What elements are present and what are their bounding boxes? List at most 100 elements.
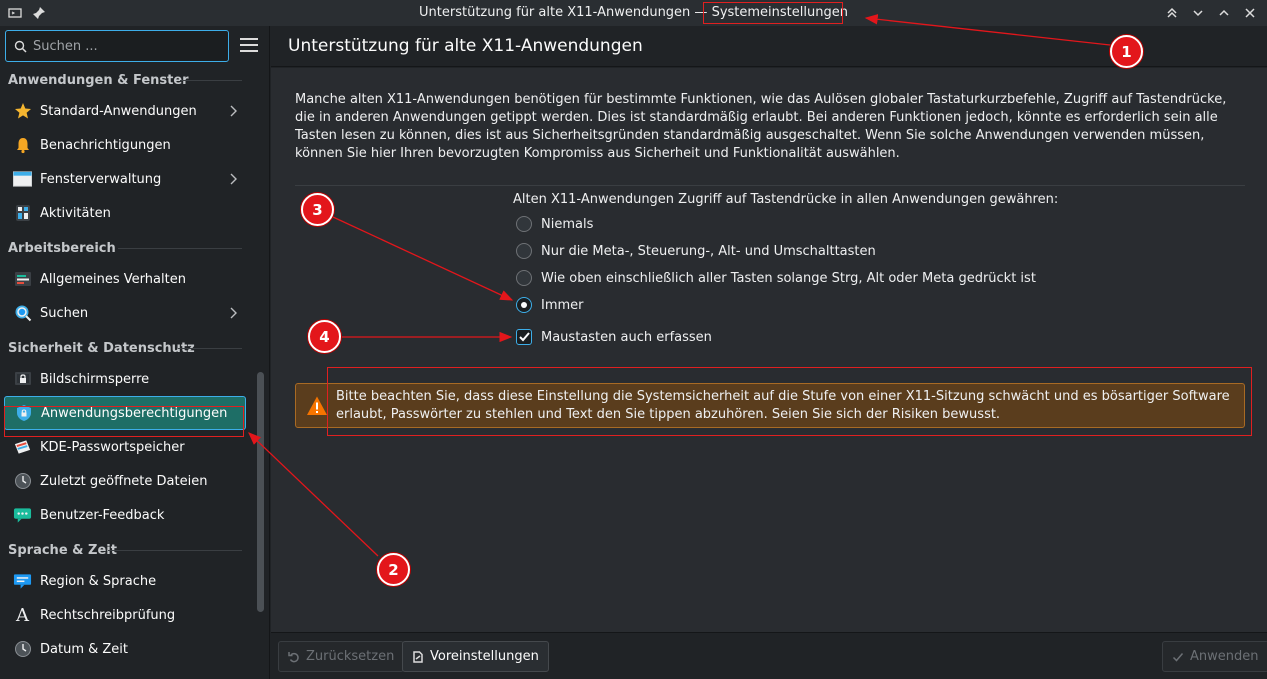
window-title: Unterstützung für alte X11-Anwendungen —… [0,1,1267,25]
apply-button-label: Anwenden [1190,649,1259,664]
sidebar-item-general-behavior[interactable]: Allgemeines Verhalten [4,262,246,296]
sidebar-item-search[interactable]: Suchen [4,296,246,330]
app-permissions-icon [14,404,33,423]
annotation-badge-1: 1 [1110,35,1143,68]
pin-icon[interactable] [32,6,46,20]
sidebar-item-user-feedback[interactable]: Benutzer-Feedback [4,498,246,532]
window-icon [13,170,32,189]
main-panel: Unterstützung für alte X11-Anwendungen M… [271,26,1267,679]
star-icon [13,102,32,121]
maximize-button[interactable] [1217,6,1231,20]
defaults-button[interactable]: Voreinstellungen [402,641,549,672]
radio-button[interactable] [516,270,532,286]
radio-option-never[interactable]: Niemals [516,214,593,234]
chevron-right-icon [228,104,238,118]
search-input[interactable] [33,38,213,54]
sidebar-item-label: Zuletzt geöffnete Dateien [40,473,208,489]
radio-option-modifiers-held[interactable]: Wie oben einschließlich aller Tasten sol… [516,268,1036,288]
sidebar-item-label: Fensterverwaltung [40,171,162,187]
spellcheck-icon: A [16,604,29,626]
keep-above-button[interactable] [1165,6,1179,20]
radio-option-always[interactable]: Immer [516,295,584,315]
sidebar-item-label: Benachrichtigungen [40,137,171,153]
hamburger-menu-button[interactable] [240,38,258,52]
sidebar-item-recent-files[interactable]: Zuletzt geöffnete Dateien [4,464,246,498]
sidebar-item-app-permissions[interactable]: Anwendungsberechtigungen [4,396,246,430]
general-behavior-icon [13,270,32,289]
section-heading-apps-windows: Anwendungen & Fenster [0,66,250,94]
radio-label: Nur die Meta-, Steuerung-, Alt- und Umsc… [541,243,876,259]
close-button[interactable] [1243,6,1257,20]
radio-option-modifiers-only[interactable]: Nur die Meta-, Steuerung-, Alt- und Umsc… [516,241,876,261]
sidebar-scrollbar[interactable] [257,372,264,612]
sidebar-item-region-language[interactable]: Region & Sprache [4,564,246,598]
search-icon [14,40,27,53]
close-icon [1245,8,1255,18]
sidebar-nav: Anwendungen & Fenster Standard-Anwendung… [0,66,250,666]
chevron-right-icon [228,306,238,320]
sidebar-item-kde-wallet[interactable]: KDE-Passwortspeicher [4,430,246,464]
reset-button-label: Zurücksetzen [306,649,395,664]
checkbox-label: Maustasten auch erfassen [541,329,712,345]
radio-button[interactable] [516,216,532,232]
warning-icon [307,396,327,415]
clock-icon [13,640,32,659]
annotation-badge-2: 2 [377,553,410,586]
checkmark-icon [518,332,530,342]
clock-icon [13,472,32,491]
radio-button[interactable] [516,297,532,313]
search-icon [13,304,32,323]
sidebar-item-label: Region & Sprache [40,573,157,589]
sidebar-item-screen-lock[interactable]: Bildschirmsperre [4,362,246,396]
window-titlebar: Unterstützung für alte X11-Anwendungen —… [0,0,1267,26]
sidebar-item-notifications[interactable]: Benachrichtigungen [4,128,246,162]
sidebar-item-label: Datum & Zeit [40,641,128,657]
radio-button[interactable] [516,243,532,259]
bell-icon [13,136,32,155]
radio-label: Wie oben einschließlich aller Tasten sol… [541,270,1036,286]
chevron-down-icon [1193,10,1203,17]
minimize-button[interactable] [1191,6,1205,20]
sidebar-item-window-management[interactable]: Fensterverwaltung [4,162,246,196]
window-title-prefix: Unterstützung für alte X11-Anwendungen — [419,5,712,20]
checkmark-icon [1172,652,1184,662]
radio-label: Niemals [541,216,594,232]
checkbox[interactable] [516,329,532,345]
sidebar-item-spellcheck[interactable]: A Rechtschreibprüfung [4,598,246,632]
sidebar-item-activities[interactable]: Aktivitäten [4,196,246,230]
window-menu-icon[interactable] [8,6,22,20]
sidebar-item-label: Anwendungsberechtigungen [41,405,228,421]
sidebar-item-label: Suchen [40,305,89,321]
double-chevron-up-icon [1167,7,1177,18]
sidebar-item-default-apps[interactable]: Standard-Anwendungen [4,94,246,128]
chevron-up-icon [1219,9,1229,16]
sidebar-item-label: Standard-Anwendungen [40,103,197,119]
section-heading-label: Anwendungen & Fenster [8,72,189,88]
sidebar-item-label: Benutzer-Feedback [40,507,165,523]
divider [295,185,1245,186]
annotation-badge-3: 3 [301,193,334,226]
sidebar-item-label: Rechtschreibprüfung [40,607,176,623]
undo-icon [288,651,299,662]
option-group-title: Alten X11-Anwendungen Zugriff auf Tasten… [513,192,1059,207]
sidebar-item-date-time[interactable]: Datum & Zeit [4,632,246,666]
radio-label: Immer [541,297,584,313]
sidebar-item-label: KDE-Passwortspeicher [40,439,185,455]
wallet-icon [13,438,32,457]
section-heading-workspace: Arbeitsbereich [0,234,250,262]
section-heading-label: Sprache & Zeit [8,542,117,558]
screen-lock-icon [13,370,32,389]
defaults-button-label: Voreinstellungen [430,649,539,664]
section-heading-label: Arbeitsbereich [8,240,116,256]
region-icon [13,572,32,591]
checkbox-mouse-buttons[interactable]: Maustasten auch erfassen [516,327,712,347]
activities-icon [13,204,32,223]
reset-button[interactable]: Zurücksetzen [278,641,405,672]
annotation-badge-4: 4 [308,320,341,353]
sidebar-item-label: Bildschirmsperre [40,371,150,387]
page-title: Unterstützung für alte X11-Anwendungen [288,36,643,56]
section-heading-label: Sicherheit & Datenschutz [8,340,195,356]
search-field[interactable] [5,30,229,62]
apply-button[interactable]: Anwenden [1162,641,1267,672]
warning-message: Bitte beachten Sie, dass diese Einstellu… [295,383,1245,428]
